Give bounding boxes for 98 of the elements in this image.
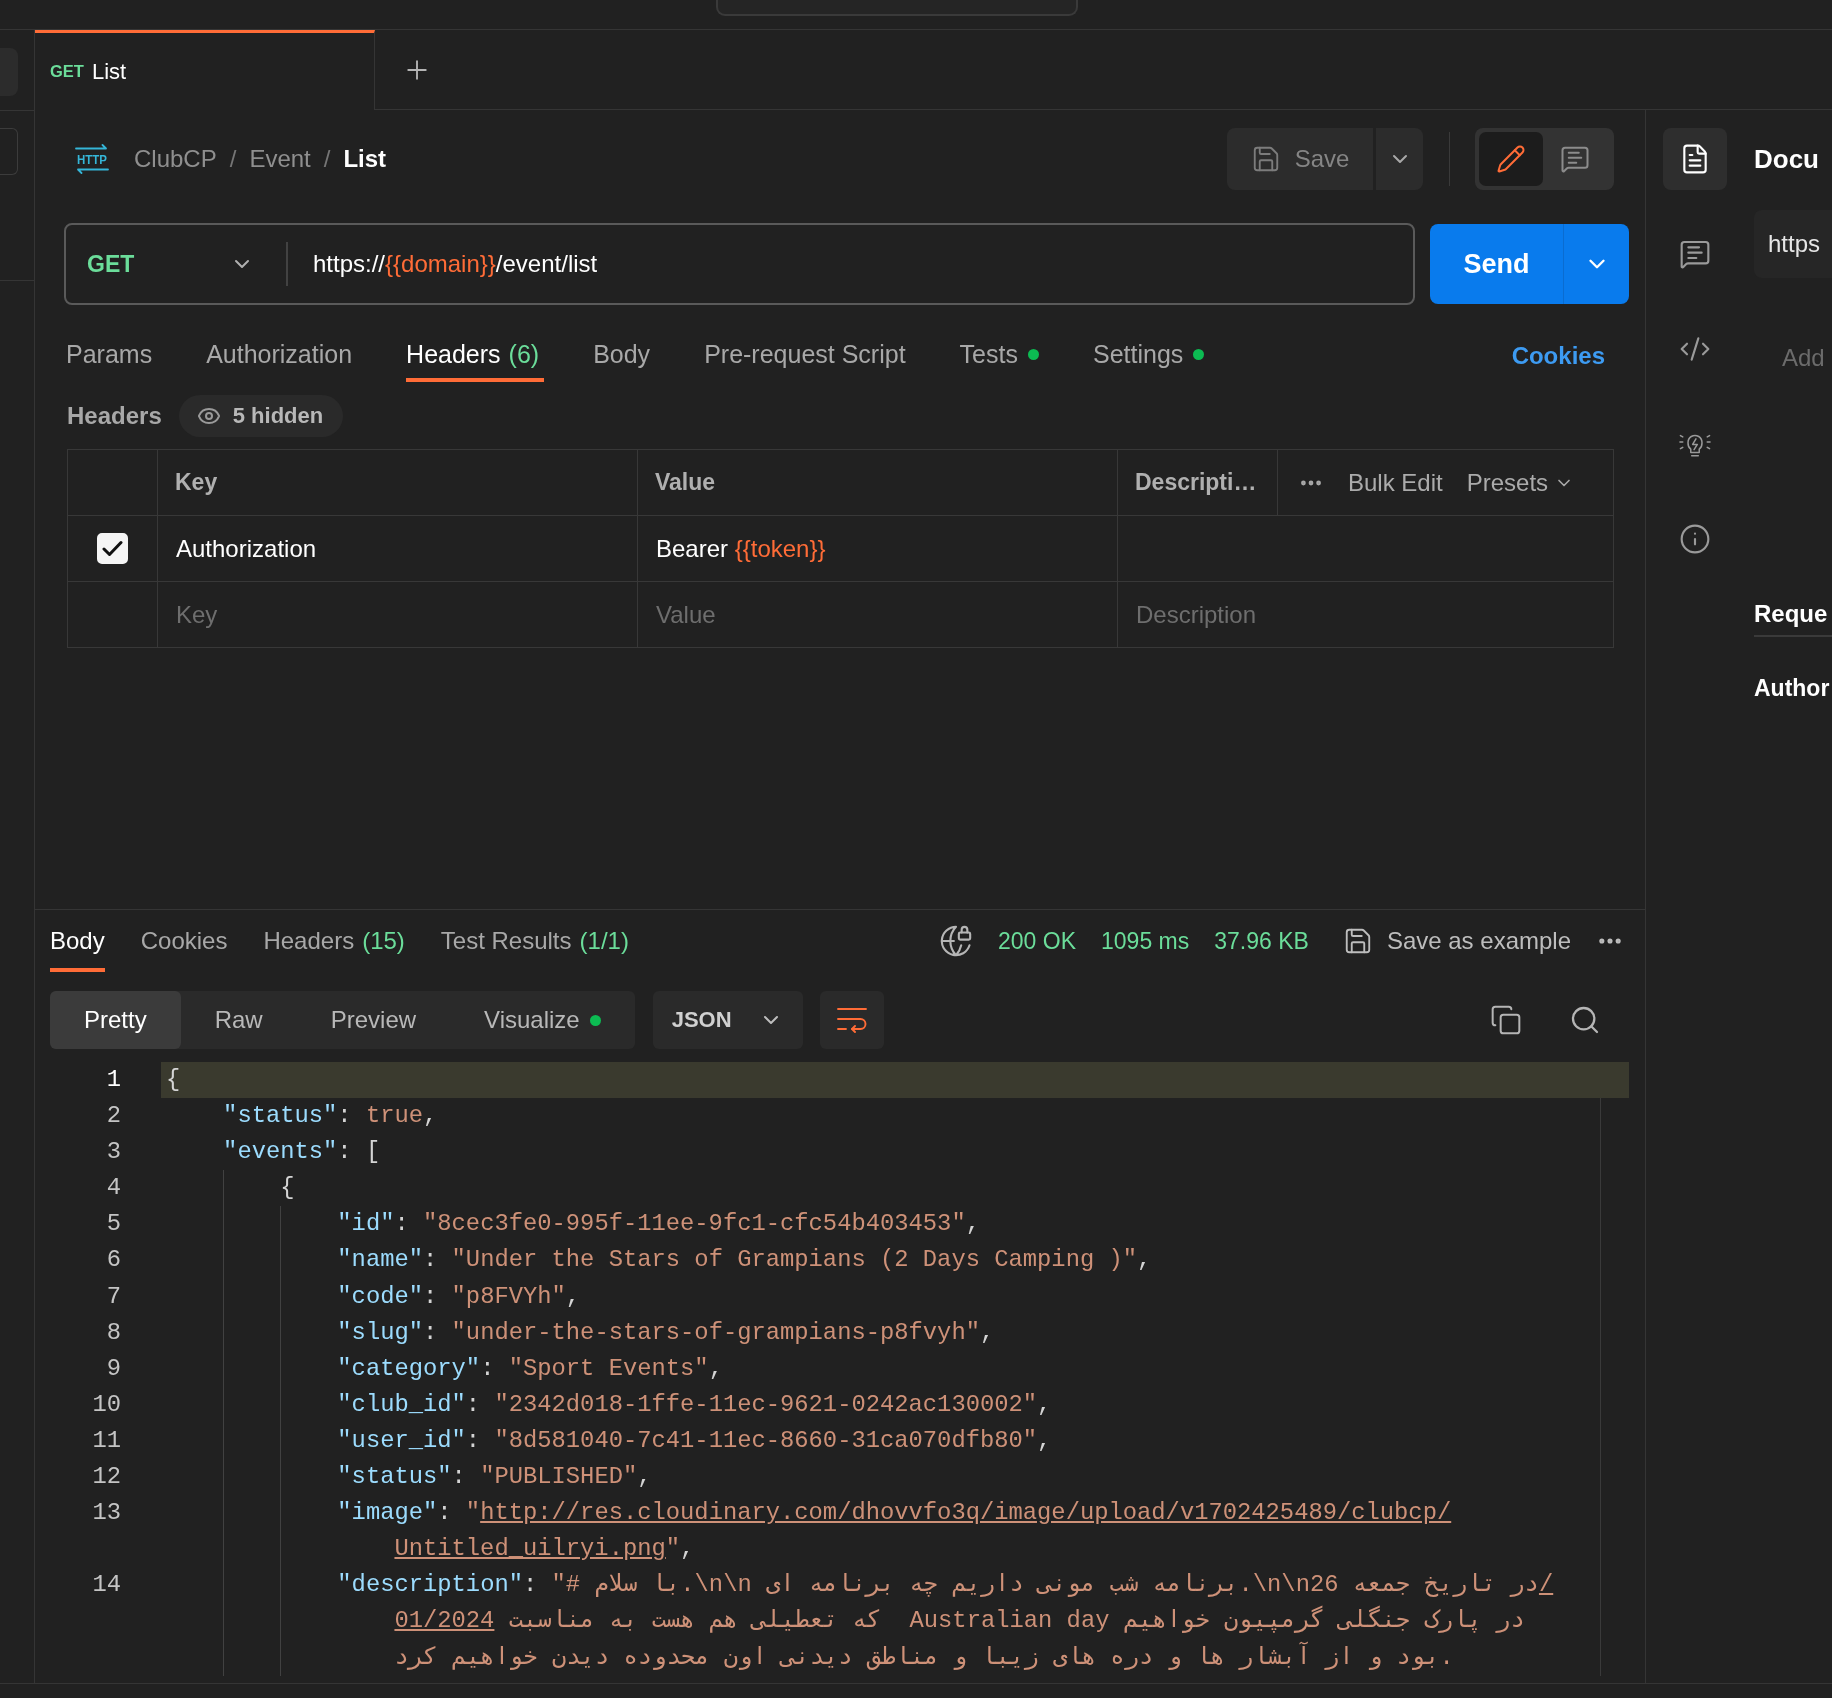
send-button[interactable]: Send (1430, 224, 1563, 304)
search-icon[interactable] (1569, 1004, 1601, 1036)
section-heading: Reque (1754, 592, 1832, 637)
line-number: 4 (106, 1173, 121, 1204)
info-icon (1679, 523, 1711, 555)
description-field[interactable]: Description (1118, 582, 1614, 648)
request-option-tab[interactable]: Params (66, 330, 158, 382)
line-number: 5 (106, 1209, 121, 1240)
speech-bubble-icon (1560, 144, 1590, 174)
subsection-heading: Author (1754, 674, 1830, 703)
info-button[interactable] (1679, 523, 1711, 555)
line-number: 1 (106, 1065, 121, 1095)
comments-mode-button[interactable] (1560, 144, 1590, 174)
url-field[interactable]: https://{{domain}}/event/list (288, 250, 598, 278)
line-number: 6 (106, 1245, 121, 1276)
format-dropdown[interactable]: JSON (652, 991, 803, 1049)
view-option[interactable]: Preview (296, 991, 451, 1049)
breadcrumb-separator: / (229, 145, 237, 173)
line-number: 13 (92, 1498, 121, 1529)
code-line: "status": "PUBLISHED", (337, 1462, 652, 1493)
value-field[interactable]: Value (638, 582, 1118, 648)
panel-title: Docu (1754, 143, 1819, 176)
response-tab[interactable]: Headers (15) (263, 910, 405, 972)
view-option[interactable]: Raw (180, 991, 297, 1049)
wrap-button[interactable] (819, 991, 884, 1049)
save-button[interactable]: Save (1227, 128, 1373, 190)
request-option-tab[interactable]: Tests (959, 330, 1044, 382)
presets-dropdown[interactable]: Presets (1466, 468, 1575, 497)
table-cell: Authorization (158, 516, 638, 582)
edit-mode-button[interactable] (1479, 132, 1543, 186)
documentation-button[interactable] (1663, 128, 1727, 190)
response-size: 37.96 KB (1214, 927, 1309, 955)
text-wrap-icon (836, 1007, 867, 1033)
line-number: 7 (106, 1281, 121, 1312)
line-number: 9 (106, 1353, 121, 1384)
code-line: بود و از آبشار ها و دره های زیبا و مناطق دیدنی اون محدوده دیدن خواهیم کرد. (394, 1640, 1454, 1673)
checkmark-icon (102, 540, 123, 557)
method-select[interactable]: GET (66, 225, 286, 303)
column-header: Descripti… (1118, 450, 1278, 516)
response-status: 200 OK (998, 927, 1077, 955)
request-option-tab[interactable]: Body (593, 330, 656, 382)
code-line: "club_id": "2342d018-1ffe-11ec-9621-0242ac130002", (337, 1389, 1052, 1420)
section-label: Headers (67, 402, 162, 430)
code-line: Untitled_uilryi.png", (394, 1534, 695, 1565)
request-option-tab[interactable]: Settings (1092, 330, 1210, 382)
column-header: Value (638, 450, 1118, 516)
pencil-icon (1496, 144, 1526, 174)
line-number: 10 (92, 1389, 121, 1420)
description-field[interactable]: Add (1754, 338, 1832, 378)
column-header: Key (158, 450, 638, 516)
response-time: 1095 ms (1101, 927, 1190, 955)
code-line: "status": true, (223, 1101, 438, 1132)
key-field[interactable]: Key (158, 582, 638, 648)
line-number: 12 (92, 1462, 121, 1493)
code-line: { (280, 1173, 295, 1204)
view-option[interactable]: Visualize (450, 991, 635, 1049)
globe-lock-icon[interactable] (939, 924, 974, 958)
bulk-edit-button[interactable]: Bulk Edit (1348, 468, 1443, 497)
breadcrumb-link[interactable]: List (343, 145, 387, 173)
code-line: "events": [ (223, 1137, 381, 1168)
line-number: 14 (92, 1570, 121, 1601)
response-tab[interactable]: Test Results (1/1) (440, 910, 629, 972)
request-option-tab[interactable]: Headers (6) (406, 330, 545, 382)
line-number: 8 (106, 1317, 121, 1348)
comments-button[interactable] (1679, 238, 1711, 270)
table-cell: Bearer {{token}} (638, 516, 1118, 582)
line-number: 11 (92, 1425, 121, 1456)
response-tab[interactable]: Cookies (140, 910, 228, 972)
breadcrumb-separator: / (323, 145, 331, 173)
code-line: "user_id": "8d581040-7c41-11ec-8660-31ca070dfb80", (337, 1425, 1052, 1456)
code-link[interactable]: / (1538, 1571, 1554, 1599)
code-link[interactable]: Untitled_uilryi.png (394, 1535, 666, 1563)
request-tab[interactable]: GET List (35, 30, 375, 110)
sidebar-field[interactable] (0, 128, 18, 175)
breadcrumb-link[interactable]: Event (249, 145, 311, 173)
speech-bubble-icon (1679, 238, 1711, 270)
copy-icon[interactable] (1490, 1004, 1522, 1036)
breadcrumb-link[interactable]: ClubCP (134, 145, 217, 173)
view-option[interactable]: Pretty (50, 991, 181, 1049)
checkbox[interactable] (97, 533, 128, 564)
response-tab[interactable]: Body (50, 910, 105, 972)
request-option-tab[interactable]: Authorization (206, 330, 358, 382)
request-url: https (1754, 210, 1832, 278)
save-example-button[interactable]: Save as example (1342, 926, 1571, 956)
code-line: "name": "Under the Stars of Grampians (2 Days Camping )", (337, 1245, 1152, 1276)
request-option-tab[interactable]: Pre-request Script (704, 330, 911, 382)
code-line: "id": "8cec3fe0-995f-11ee-9fc1-cfc54b403453", (337, 1209, 980, 1240)
line-number: 3 (106, 1137, 121, 1168)
cookies-link[interactable]: Cookies (1511, 342, 1605, 370)
code-line: "image": "http://res.cloudinary.com/dhovvfo3q/image/upload/v1702425489/clubcp/ (337, 1498, 1452, 1529)
code-link[interactable]: 01/2024 (394, 1607, 495, 1635)
hidden-headers-toggle[interactable]: 5 hidden (178, 395, 344, 437)
code-line: "code": "p8FVYh", (337, 1281, 581, 1312)
line-number: 2 (106, 1101, 121, 1132)
code-line: "slug": "under-the-stars-of-grampians-p8fvyh", (337, 1317, 995, 1348)
code-line: "category": "Sport Events", (337, 1353, 723, 1384)
header-search-field[interactable] (716, 0, 1078, 16)
code-link[interactable]: http://res.cloudinary.com/dhovvfo3q/image/upload/v1702425489/clubcp/ (480, 1499, 1452, 1527)
